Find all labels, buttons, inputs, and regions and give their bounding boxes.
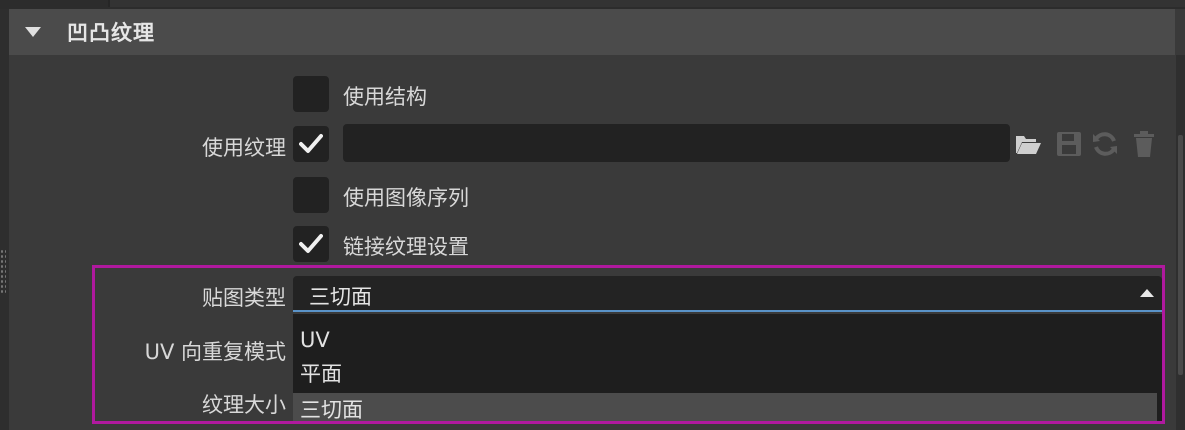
texture-path-field[interactable] xyxy=(343,124,1010,162)
trash-icon[interactable] xyxy=(1130,130,1158,158)
use-structure-label: 使用结构 xyxy=(343,85,427,109)
folder-open-icon[interactable] xyxy=(1014,130,1042,158)
top-strip-segment xyxy=(108,0,1185,7)
vertical-scrollbar[interactable] xyxy=(1176,55,1185,430)
use-structure-checkbox[interactable] xyxy=(293,76,329,112)
scrollbar-thumb[interactable] xyxy=(1178,135,1183,375)
top-strip xyxy=(0,0,1185,9)
section-title: 凹凸纹理 xyxy=(67,21,155,45)
section-header[interactable]: 凹凸纹理 xyxy=(9,9,1175,55)
refresh-icon[interactable] xyxy=(1091,130,1119,158)
use-texture-label: 使用纹理 xyxy=(202,136,286,160)
left-panel-edge xyxy=(0,9,9,430)
highlight-annotation xyxy=(92,265,1165,424)
link-texture-settings-checkbox[interactable] xyxy=(293,226,329,262)
link-texture-settings-label: 链接纹理设置 xyxy=(343,235,469,259)
save-icon[interactable] xyxy=(1055,130,1083,158)
use-texture-checkbox[interactable] xyxy=(293,126,329,162)
bump-texture-panel: 凹凸纹理 使用结构 使用纹理 使用图像序列 链接纹理设置 贴图类型 三切面 UV… xyxy=(0,0,1185,430)
use-image-sequence-checkbox[interactable] xyxy=(293,177,329,213)
checkmark-icon xyxy=(299,234,323,253)
checkmark-icon xyxy=(299,134,323,153)
use-image-sequence-label: 使用图像序列 xyxy=(343,186,469,210)
collapse-triangle-icon[interactable] xyxy=(25,27,41,37)
